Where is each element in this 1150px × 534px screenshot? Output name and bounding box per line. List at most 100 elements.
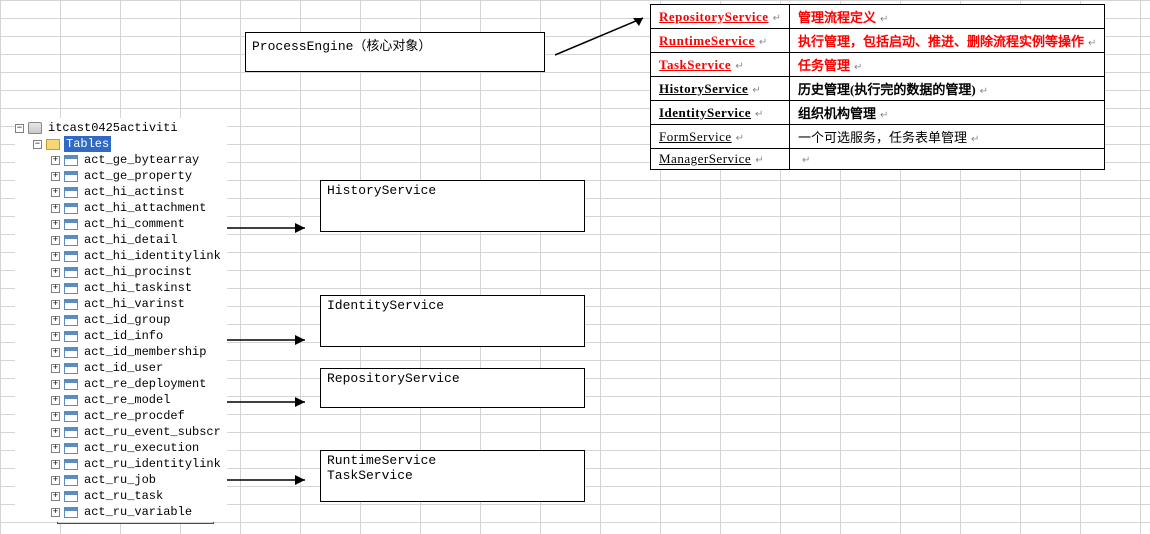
expand-icon[interactable]: + — [51, 380, 60, 389]
desc-service-name: RuntimeService↵ — [651, 29, 790, 53]
expand-icon[interactable]: + — [51, 412, 60, 421]
expand-icon[interactable]: + — [51, 396, 60, 405]
tree-table-node[interactable]: + act_hi_procinst — [15, 264, 223, 280]
task-service-label: TaskService — [327, 468, 578, 483]
table-icon — [64, 299, 78, 310]
tree-root-label: itcast0425activiti — [46, 120, 180, 136]
desc-service-desc: 管理流程定义↵ — [789, 5, 1104, 29]
table-icon — [64, 283, 78, 294]
tree-table-node[interactable]: +act_ru_task — [15, 488, 223, 504]
tree-table-label: act_re_model — [82, 392, 172, 408]
arrow-ru-to-runtime — [220, 470, 315, 490]
table-icon — [64, 379, 78, 390]
paragraph-mark-icon: ↵ — [755, 37, 767, 48]
tree-table-node[interactable]: +act_ru_job — [15, 472, 223, 488]
expand-icon[interactable]: + — [51, 508, 60, 517]
table-icon — [64, 251, 78, 262]
expand-icon[interactable]: + — [51, 284, 60, 293]
desc-service-name: TaskService↵ — [651, 53, 790, 77]
tree-table-node[interactable]: +act_hi_identitylink — [15, 248, 223, 264]
paragraph-mark-icon: ↵ — [748, 85, 760, 96]
tree-table-node[interactable]: +act_re_procdef — [15, 408, 223, 424]
tree-table-label: act_re_deployment — [82, 376, 208, 392]
tree-table-node[interactable]: +act_id_info — [15, 328, 223, 344]
desc-service-name: ManagerService↵ — [651, 149, 790, 170]
tree-table-node[interactable]: +act_hi_actinst — [15, 184, 223, 200]
tree-tables-node[interactable]: − Tables — [15, 136, 223, 152]
collapse-icon[interactable]: − — [33, 140, 42, 149]
expand-icon[interactable]: + — [51, 332, 60, 341]
tree-table-node[interactable]: + act_ge_bytearray — [15, 152, 223, 168]
paragraph-mark-icon: ↵ — [876, 110, 888, 121]
collapse-icon[interactable]: − — [15, 124, 24, 133]
tree-table-node[interactable]: +act_ge_property — [15, 168, 223, 184]
table-icon — [64, 443, 78, 454]
paragraph-mark-icon: ↵ — [751, 109, 763, 120]
repository-service-label: RepositoryService — [327, 371, 460, 386]
expand-icon[interactable]: + — [51, 476, 60, 485]
expand-icon[interactable]: + — [51, 428, 60, 437]
table-icon — [64, 347, 78, 358]
expand-icon[interactable]: + — [51, 220, 60, 229]
expand-icon[interactable]: + — [51, 460, 60, 469]
expand-icon[interactable]: + — [51, 444, 60, 453]
expand-icon[interactable]: + — [51, 236, 60, 245]
tree-table-label: act_ru_event_subscr — [82, 424, 223, 440]
expand-icon[interactable]: + — [51, 156, 60, 165]
tree-table-label: act_ru_identitylink — [82, 456, 223, 472]
table-icon — [64, 507, 78, 518]
desc-service-desc: 历史管理(执行完的数据的管理)↵ — [789, 77, 1104, 101]
expand-icon[interactable]: + — [51, 364, 60, 373]
expand-icon[interactable]: + — [51, 268, 60, 277]
tree-root-node[interactable]: − itcast0425activiti — [15, 120, 223, 136]
paragraph-mark-icon: ↵ — [850, 62, 862, 73]
database-icon — [28, 122, 42, 134]
desc-service-desc: 组织机构管理↵ — [789, 101, 1104, 125]
tree-table-node[interactable]: +act_hi_detail — [15, 232, 223, 248]
table-icon — [64, 171, 78, 182]
tree-table-label: act_ge_bytearray — [82, 152, 201, 168]
desc-row: FormService↵一个可选服务，任务表单管理↵ — [651, 125, 1105, 149]
table-icon — [64, 203, 78, 214]
tree-table-node[interactable]: + act_re_model — [15, 392, 223, 408]
expand-icon[interactable]: + — [51, 316, 60, 325]
identity-service-label: IdentityService — [327, 298, 444, 313]
paragraph-mark-icon: ↵ — [876, 14, 888, 25]
service-description-table: RepositoryService↵管理流程定义↵RuntimeService↵… — [650, 4, 1105, 170]
desc-row: IdentityService↵组织机构管理↵ — [651, 101, 1105, 125]
tree-table-node[interactable]: + act_ru_execution — [15, 440, 223, 456]
tree-table-node[interactable]: +act_hi_varinst — [15, 296, 223, 312]
paragraph-mark-icon: ↵ — [1084, 38, 1096, 49]
tree-table-node[interactable]: +act_id_group — [15, 312, 223, 328]
tree-table-label: act_ru_execution — [82, 440, 201, 456]
expand-icon[interactable]: + — [51, 188, 60, 197]
tree-table-node[interactable]: + act_ru_event_subscr — [15, 424, 223, 440]
tree-table-node[interactable]: + act_ru_identitylink — [15, 456, 223, 472]
desc-row: HistoryService↵历史管理(执行完的数据的管理)↵ — [651, 77, 1105, 101]
expand-icon[interactable]: + — [51, 252, 60, 261]
tree-table-node[interactable]: +act_id_membership — [15, 344, 223, 360]
desc-service-name: RepositoryService↵ — [651, 5, 790, 29]
tree-table-node[interactable]: +act_hi_taskinst — [15, 280, 223, 296]
tree-tables-label: Tables — [64, 136, 111, 152]
runtime-service-label: RuntimeService — [327, 453, 578, 468]
table-icon — [64, 187, 78, 198]
tree-table-node[interactable]: + act_ru_variable — [15, 504, 223, 520]
expand-icon[interactable]: + — [51, 172, 60, 181]
paragraph-mark-icon: ↵ — [751, 155, 763, 166]
folder-icon — [46, 139, 60, 150]
tree-table-node[interactable]: +act_hi_comment — [15, 216, 223, 232]
table-icon — [64, 155, 78, 166]
paragraph-mark-icon: ↵ — [976, 86, 988, 97]
tree-table-node[interactable]: + act_re_deployment — [15, 376, 223, 392]
expand-icon[interactable]: + — [51, 492, 60, 501]
expand-icon[interactable]: + — [51, 300, 60, 309]
arrow-engine-to-table — [555, 10, 655, 70]
arrow-id-to-identity — [220, 330, 315, 350]
expand-icon[interactable]: + — [51, 204, 60, 213]
tree-table-node[interactable]: +act_hi_attachment — [15, 200, 223, 216]
expand-icon[interactable]: + — [51, 348, 60, 357]
tree-table-label: act_ru_variable — [82, 504, 194, 520]
tree-table-node[interactable]: +act_id_user — [15, 360, 223, 376]
tree-table-label: act_hi_procinst — [82, 264, 194, 280]
